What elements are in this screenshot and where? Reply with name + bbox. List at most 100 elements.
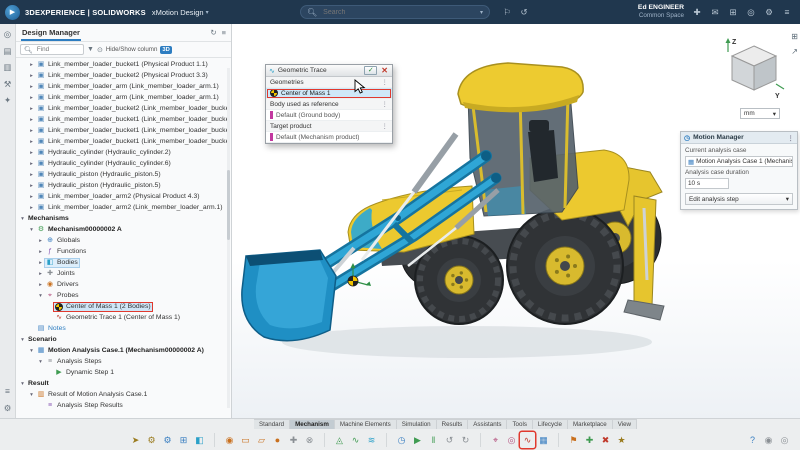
tab-assistants[interactable]: Assistants <box>468 419 507 429</box>
data-icon[interactable]: ▤ <box>3 47 11 56</box>
tab-simulation[interactable]: Simulation <box>397 419 437 429</box>
expand-arrow-icon[interactable]: ▾ <box>19 337 26 343</box>
tree-item[interactable]: ▸▣Link_member_loader_arm (Link_member_lo… <box>16 92 231 103</box>
rear-wheel[interactable] <box>507 208 623 324</box>
dialog-field-value[interactable]: Center of Mass 1 <box>266 88 392 99</box>
find-input[interactable] <box>35 45 80 54</box>
view-cube[interactable]: Z Y <box>722 36 786 102</box>
geometric-trace-icon[interactable]: ∿ <box>520 432 535 448</box>
mechanism-icon[interactable]: ⚙ <box>160 432 175 448</box>
expand-arrow-icon[interactable]: ▸ <box>28 117 35 123</box>
close-button[interactable]: ✕ <box>380 66 389 75</box>
fixed-joint-icon[interactable]: ✚ <box>286 432 301 448</box>
gear-icon[interactable]: ⚙ <box>4 404 12 413</box>
probe-icon[interactable]: ⌖ <box>488 432 503 448</box>
tree-item[interactable]: ≡Analysis Step Results <box>16 400 231 411</box>
menu-icon[interactable]: ≡ <box>780 7 794 18</box>
current-case-value[interactable]: ▦ Motion Analysis Case 1 (Mechanism00000… <box>685 156 793 167</box>
chart-icon[interactable]: ▥ <box>3 63 11 72</box>
expand-arrow-icon[interactable]: ▾ <box>19 216 26 222</box>
search-input[interactable] <box>321 8 474 17</box>
model-viewport[interactable]: ∿ Geometric Trace ✓ ✕ Geometries⋮Center … <box>232 24 800 418</box>
tab-machine-elements[interactable]: Machine Elements <box>335 419 397 429</box>
global-search[interactable]: 🔍︎ ▾ <box>300 5 490 19</box>
plot-icon[interactable]: ▦ <box>536 432 551 448</box>
loader-bucket[interactable] <box>242 250 336 341</box>
tree-item[interactable]: ▸▣Hydraulic_piston (Hydraulic_piston.5) <box>16 169 231 180</box>
tree-item[interactable]: ▸▣Link_member_loader_arm (Link_member_lo… <box>16 81 231 92</box>
expand-arrow-icon[interactable]: ▸ <box>37 260 44 266</box>
row-menu-icon[interactable]: ⋮ <box>382 122 389 130</box>
settings-gear-icon[interactable]: ⚙ <box>144 432 159 448</box>
tree-item[interactable]: ▾⚙Mechanism00000002 A <box>16 224 231 235</box>
tree-item[interactable]: ▶Dynamic Step 1 <box>16 367 231 378</box>
expand-arrow-icon[interactable]: ▸ <box>28 95 35 101</box>
tree-item[interactable]: ▸▣Link_member_loader_arm2 (Physical Prod… <box>16 191 231 202</box>
tree-item[interactable]: ▾⌖Probes <box>16 290 231 301</box>
expand-arrow-icon[interactable]: ▸ <box>37 282 44 288</box>
edit-analysis-step-button[interactable]: Edit analysis step ▾ <box>685 193 793 205</box>
expand-arrow-icon[interactable]: ▸ <box>37 238 44 244</box>
record-icon[interactable]: ◉ <box>761 432 776 448</box>
expand-arrow-icon[interactable]: ▸ <box>28 194 35 200</box>
bookmark-icon[interactable]: ✦ <box>4 96 11 105</box>
tree-item[interactable]: ▸▣Hydraulic_piston (Hydraulic_piston.5) <box>16 180 231 191</box>
cylindrical-joint-icon[interactable]: ▱ <box>254 432 269 448</box>
refresh-icon[interactable]: ↻ <box>210 28 216 37</box>
row-menu-icon[interactable]: ⋮ <box>382 78 389 86</box>
contact-icon[interactable]: ≋ <box>364 432 379 448</box>
tree-item[interactable]: ∿Geometric Trace 1 (Center of Mass 1) <box>16 312 231 323</box>
tab-marketplace[interactable]: Marketplace <box>568 419 613 429</box>
tree-item[interactable]: ▸⊕Globals <box>16 235 231 246</box>
panel-menu-icon[interactable]: ≡ <box>222 28 226 37</box>
tree-item[interactable]: ▸▣Link_member_loader_bucket2 (Link_membe… <box>16 103 231 114</box>
tab-view[interactable]: View <box>613 419 637 429</box>
flag-icon[interactable]: ⚑ <box>566 432 581 448</box>
units-dropdown[interactable]: mm ▾ <box>740 108 780 119</box>
spring-icon[interactable]: ∿ <box>348 432 363 448</box>
tree-item[interactable]: ▸▣Link_member_loader_bucket1 (Link_membe… <box>16 125 231 136</box>
tree-item[interactable]: ▤Notes <box>16 323 231 334</box>
pause-icon[interactable]: ‖ <box>426 432 441 448</box>
expand-arrow-icon[interactable]: ▸ <box>28 150 35 156</box>
panels-icon[interactable]: ⊞ <box>791 32 798 41</box>
expand-arrow-icon[interactable]: ▸ <box>28 62 35 68</box>
expand-arrow-icon[interactable]: ▸ <box>28 161 35 167</box>
expand-arrow-icon[interactable]: ▸ <box>28 139 35 145</box>
tree-item[interactable]: ▸◧Bodies <box>16 257 231 268</box>
tree-scrollbar[interactable] <box>227 68 230 408</box>
expand-arrow-icon[interactable]: ▸ <box>28 172 35 178</box>
compass-icon[interactable]: ◎ <box>4 30 11 39</box>
revolute-joint-icon[interactable]: ◉ <box>222 432 237 448</box>
tab-standard[interactable]: Standard <box>254 419 290 429</box>
app-switcher[interactable]: xMotion Design <box>152 8 204 17</box>
expand-arrow-icon[interactable]: ▾ <box>28 227 35 233</box>
expand-arrow-icon[interactable]: ▸ <box>28 73 35 79</box>
new-panel-icon[interactable]: ⊞ <box>176 432 191 448</box>
dialog-field-value[interactable]: Default (Ground body) <box>266 110 392 121</box>
tab-mechanism[interactable]: Mechanism <box>290 419 335 429</box>
tree-item[interactable]: ▾≡Analysis Steps <box>16 356 231 367</box>
tree-item[interactable]: ▾Mechanisms <box>16 213 231 224</box>
tree-item[interactable]: ▸▣Link_member_loader_bucket1 (Physical P… <box>16 59 231 70</box>
tab-tools[interactable]: Tools <box>507 419 532 429</box>
tree-item[interactable]: ▸▣Link_member_loader_arm2 (Link_member_l… <box>16 202 231 213</box>
expand-arrow-icon[interactable]: ▾ <box>37 293 44 299</box>
undo-icon[interactable]: ↺ <box>442 432 457 448</box>
tab-results[interactable]: Results <box>437 419 469 429</box>
tools-icon[interactable]: ⚒ <box>4 80 12 89</box>
expand-arrow-icon[interactable]: ▸ <box>28 128 35 134</box>
add-icon[interactable]: ✚ <box>690 7 704 18</box>
center-of-mass-icon[interactable]: ◎ <box>504 432 519 448</box>
help-icon[interactable]: ? <box>745 432 760 448</box>
expand-arrow-icon[interactable]: ▸ <box>28 84 35 90</box>
expand-arrow-icon[interactable]: ▸ <box>28 106 35 112</box>
expand-icon[interactable]: ↗ <box>791 47 798 56</box>
expand-arrow-icon[interactable]: ▾ <box>37 359 44 365</box>
search-options-icon[interactable]: ▾ <box>480 9 483 16</box>
target-icon[interactable]: ◎ <box>777 432 792 448</box>
tree-item[interactable]: ▾▥Result of Motion Analysis Case.1 <box>16 389 231 400</box>
panel-title-tab[interactable]: Design Manager <box>21 25 81 41</box>
find-box[interactable]: 🔍︎ <box>20 44 84 55</box>
tag-icon[interactable]: ⚐ <box>500 7 514 18</box>
